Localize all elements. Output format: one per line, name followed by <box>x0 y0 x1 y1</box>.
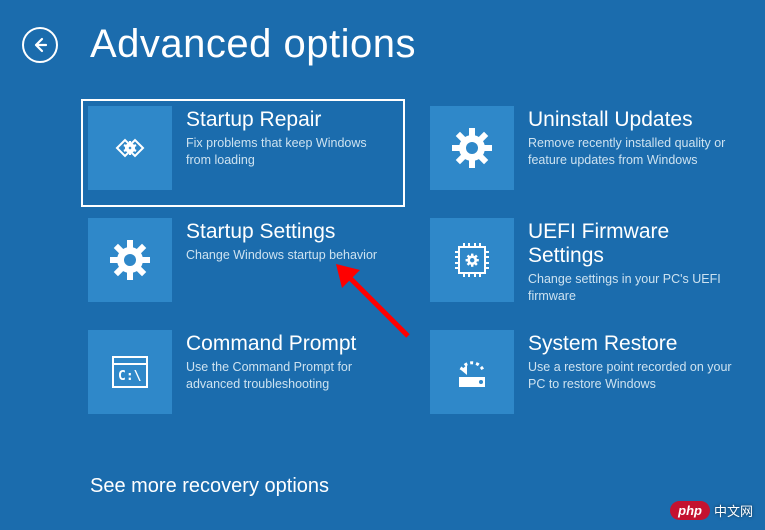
tile-title: System Restore <box>528 332 736 356</box>
tile-desc: Remove recently installed quality or fea… <box>528 135 736 169</box>
page-title: Advanced options <box>90 22 416 67</box>
back-button[interactable] <box>22 27 58 63</box>
tile-startup-repair[interactable]: Startup Repair Fix problems that keep Wi… <box>86 104 400 202</box>
watermark-brand: php <box>670 501 710 520</box>
cmd-icon: C:\ <box>88 330 172 414</box>
watermark-text: 中文网 <box>714 501 753 520</box>
tile-desc: Change settings in your PC's UEFI firmwa… <box>528 271 736 305</box>
options-grid: Startup Repair Fix problems that keep Wi… <box>86 104 742 426</box>
gear-icon <box>88 218 172 302</box>
back-arrow-icon <box>30 35 50 55</box>
tile-title: UEFI Firmware Settings <box>528 220 736 268</box>
tile-system-restore[interactable]: System Restore Use a restore point recor… <box>428 328 742 426</box>
tile-uefi-firmware[interactable]: UEFI Firmware Settings Change settings i… <box>428 216 742 314</box>
tile-title: Uninstall Updates <box>528 108 736 132</box>
see-more-options-link[interactable]: See more recovery options <box>90 475 329 498</box>
tile-title: Command Prompt <box>186 332 394 356</box>
repair-icon <box>88 106 172 190</box>
tile-desc: Change Windows startup behavior <box>186 247 377 264</box>
tile-desc: Use the Command Prompt for advanced trou… <box>186 359 394 393</box>
svg-text:C:\: C:\ <box>118 369 142 384</box>
tile-title: Startup Settings <box>186 220 377 244</box>
tile-desc: Use a restore point recorded on your PC … <box>528 359 736 393</box>
tile-uninstall-updates[interactable]: Uninstall Updates Remove recently instal… <box>428 104 742 202</box>
tile-desc: Fix problems that keep Windows from load… <box>186 135 394 169</box>
tile-title: Startup Repair <box>186 108 394 132</box>
gear-icon <box>430 106 514 190</box>
chip-icon <box>430 218 514 302</box>
restore-icon <box>430 330 514 414</box>
tile-startup-settings[interactable]: Startup Settings Change Windows startup … <box>86 216 400 314</box>
tile-command-prompt[interactable]: C:\ Command Prompt Use the Command Promp… <box>86 328 400 426</box>
watermark: php 中文网 <box>670 501 753 520</box>
